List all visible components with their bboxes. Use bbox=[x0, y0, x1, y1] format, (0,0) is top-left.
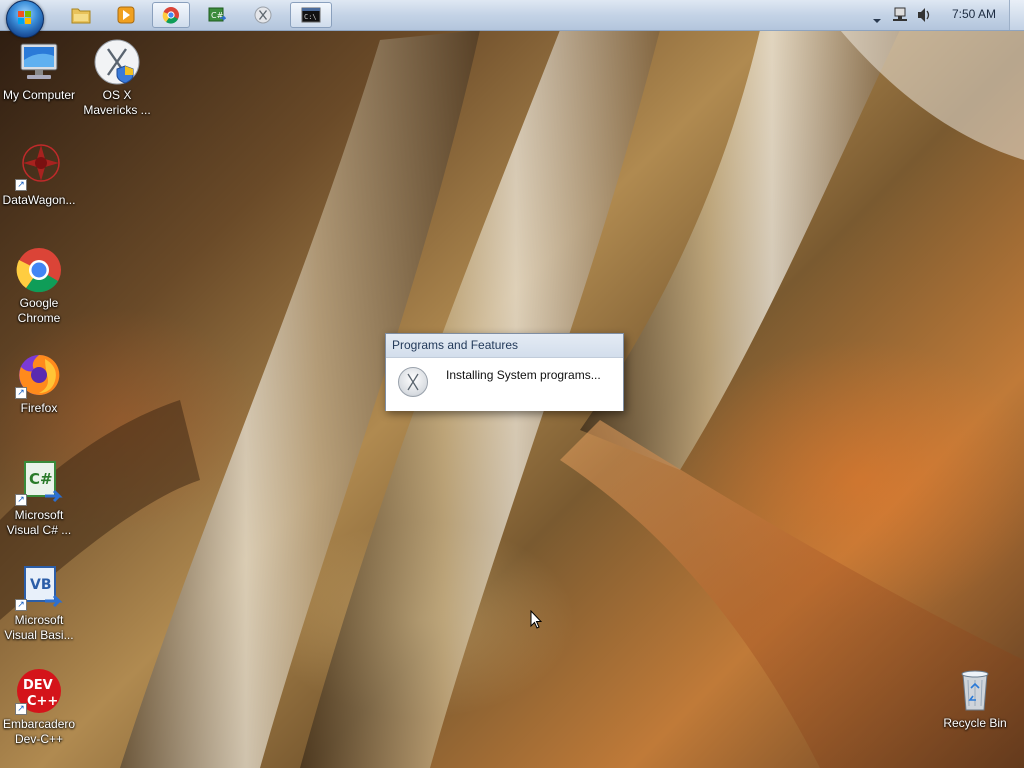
visual-csharp-taskbar-button[interactable]: C# bbox=[198, 2, 236, 28]
terminal-taskbar-button[interactable]: C:\ bbox=[290, 2, 332, 28]
taskbar: C# C:\ 7:50 AM bbox=[0, 0, 1024, 38]
x-icon bbox=[398, 367, 428, 397]
taskbar-clock[interactable]: 7:50 AM bbox=[952, 7, 996, 21]
media-player-icon bbox=[117, 6, 135, 24]
osx-transformation-taskbar-button[interactable] bbox=[244, 2, 282, 28]
mouse-cursor-icon bbox=[530, 609, 543, 634]
desktop-icon-google-chrome[interactable]: Google Chrome bbox=[1, 246, 77, 326]
datawagon-icon: ↗ bbox=[15, 143, 63, 191]
svg-text:DEV: DEV bbox=[23, 678, 53, 693]
shortcut-arrow-icon: ↗ bbox=[15, 703, 27, 715]
shortcut-arrow-icon: ↗ bbox=[15, 387, 27, 399]
csharp-icon: C# bbox=[208, 7, 226, 22]
x-icon bbox=[254, 6, 272, 24]
dialog-message: Installing System programs... bbox=[446, 368, 601, 382]
windows-logo-icon bbox=[18, 11, 31, 24]
desktop-icon-label: Embarcadero Dev-C++ bbox=[3, 717, 76, 746]
volume-icon[interactable] bbox=[916, 6, 932, 28]
desktop-icon-datawagon[interactable]: ↗ DataWagon... bbox=[1, 143, 77, 208]
chrome-icon bbox=[15, 246, 63, 294]
shortcut-arrow-icon: ↗ bbox=[15, 494, 27, 506]
computer-icon bbox=[15, 38, 63, 86]
dialog-body: Installing System programs... bbox=[386, 358, 623, 411]
chrome-icon bbox=[162, 7, 179, 24]
svg-text:VB: VB bbox=[30, 577, 52, 593]
explorer-taskbar-button[interactable] bbox=[62, 2, 100, 28]
dialog-title[interactable]: Programs and Features bbox=[386, 334, 623, 358]
visual-basic-icon: VB ↗ bbox=[15, 563, 63, 611]
desktop-icon-label: DataWagon... bbox=[2, 193, 76, 207]
show-desktop-button[interactable] bbox=[1009, 0, 1024, 30]
desktop-icon-label: Firefox bbox=[20, 401, 58, 415]
devcpp-icon: DEV C++ ↗ bbox=[15, 667, 63, 715]
recycle-bin-icon bbox=[951, 666, 999, 714]
svg-text:C#: C# bbox=[29, 470, 53, 488]
desktop-icon-label: Recycle Bin bbox=[943, 716, 1007, 730]
desktop-icon-label: Microsoft Visual Basi... bbox=[4, 613, 74, 642]
desktop-icon-devcpp[interactable]: DEV C++ ↗ Embarcadero Dev-C++ bbox=[1, 667, 77, 747]
system-tray: 7:50 AM bbox=[864, 0, 1024, 30]
desktop-icon-my-computer[interactable]: My Computer bbox=[1, 38, 77, 103]
desktop-icon-firefox[interactable]: ↗ Firefox bbox=[1, 351, 77, 416]
firefox-icon: ↗ bbox=[15, 351, 63, 399]
desktop-icon-visual-basic[interactable]: VB ↗ Microsoft Visual Basi... bbox=[1, 563, 77, 643]
desktop-icon-os-x-mavericks[interactable]: OS X Mavericks ... bbox=[79, 38, 155, 118]
desktop-icon-label: Google Chrome bbox=[17, 296, 61, 325]
visual-csharp-icon: C# ↗ bbox=[15, 458, 63, 506]
terminal-icon: C:\ bbox=[301, 7, 321, 23]
desktop-icon-visual-csharp[interactable]: C# ↗ Microsoft Visual C# ... bbox=[1, 458, 77, 538]
shortcut-arrow-icon: ↗ bbox=[15, 599, 27, 611]
media-player-taskbar-button[interactable] bbox=[107, 2, 145, 28]
desktop-icon-label: OS X Mavericks ... bbox=[83, 88, 151, 117]
svg-text:C:\: C:\ bbox=[304, 13, 317, 21]
osx-x-icon bbox=[93, 38, 141, 86]
svg-text:C++: C++ bbox=[27, 694, 58, 709]
chrome-taskbar-button[interactable] bbox=[152, 2, 190, 28]
tray-chevron-icon[interactable] bbox=[872, 10, 882, 29]
network-icon[interactable] bbox=[892, 6, 908, 28]
start-button[interactable] bbox=[6, 0, 44, 38]
desktop-icon-recycle-bin[interactable]: Recycle Bin bbox=[937, 666, 1013, 731]
desktop-icon-label: My Computer bbox=[2, 88, 76, 102]
folder-icon bbox=[71, 8, 91, 24]
shortcut-arrow-icon: ↗ bbox=[15, 179, 27, 191]
programs-and-features-dialog[interactable]: Programs and Features Installing System … bbox=[385, 333, 624, 411]
desktop-icon-label: Microsoft Visual C# ... bbox=[6, 508, 72, 537]
